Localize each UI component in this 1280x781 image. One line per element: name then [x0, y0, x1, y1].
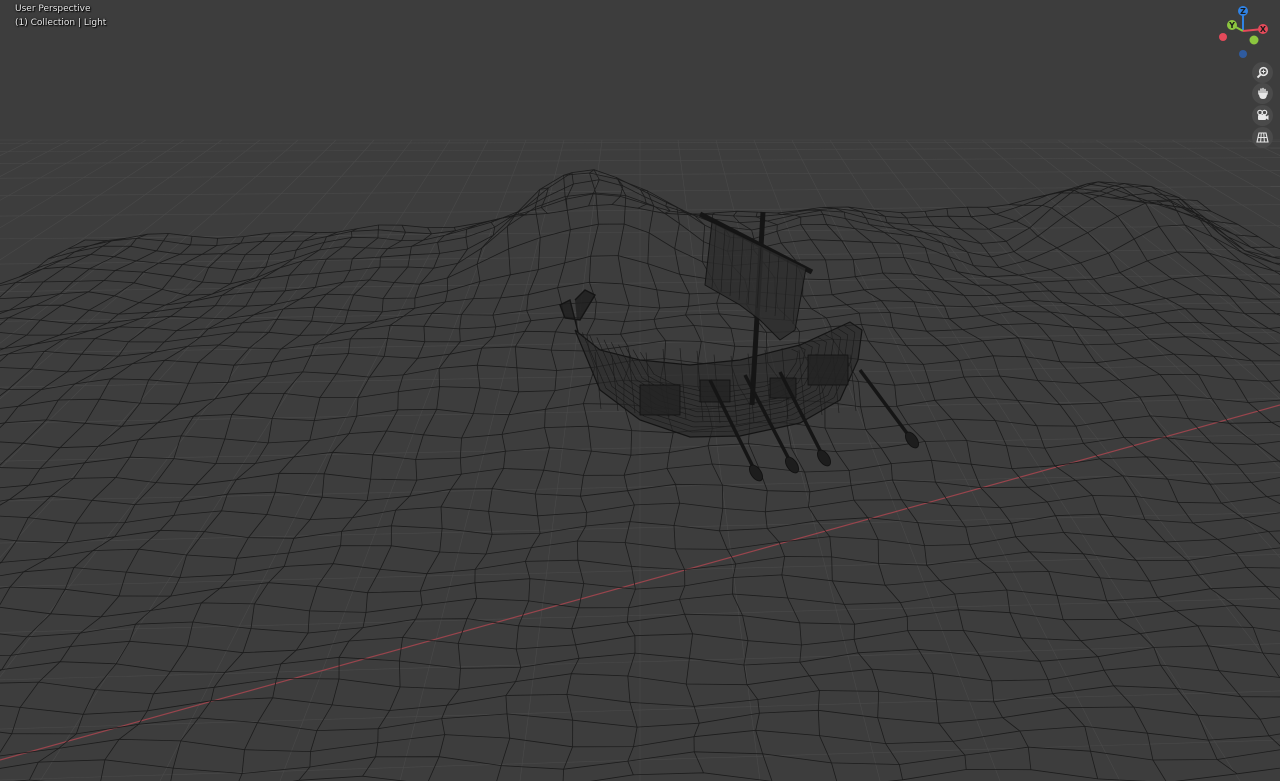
grid-perspective-toggle-icon [1256, 132, 1269, 143]
zoom-icon [1256, 66, 1269, 79]
y-axis-label: Y [1228, 21, 1235, 30]
x-axis-handle[interactable]: X [1258, 24, 1268, 34]
view-name-label: User Perspective [15, 4, 91, 14]
camera-view-icon [1257, 109, 1269, 120]
pan-button[interactable] [1252, 83, 1273, 104]
perspective-toggle-button[interactable] [1252, 127, 1273, 148]
z-axis-label: Z [1240, 7, 1246, 16]
y-axis-handle[interactable]: Y [1227, 20, 1237, 30]
collection-info-label: (1) Collection | Light [15, 18, 107, 28]
x-axis-label: X [1260, 25, 1267, 34]
zoom-button[interactable] [1252, 62, 1273, 83]
wireframe-scene[interactable] [0, 0, 1280, 781]
hand-pan-icon [1258, 87, 1268, 99]
z-axis-handle[interactable]: Z [1238, 6, 1248, 16]
navigation-gizmo[interactable]: Y X Z [1212, 3, 1278, 61]
neg-y-axis-handle[interactable] [1249, 35, 1259, 45]
camera-view-button[interactable] [1252, 105, 1273, 126]
3d-viewport[interactable]: User Perspective (1) Collection | Light … [0, 0, 1280, 781]
neg-z-axis-handle[interactable] [1239, 50, 1247, 58]
neg-x-axis-handle[interactable] [1219, 33, 1227, 41]
